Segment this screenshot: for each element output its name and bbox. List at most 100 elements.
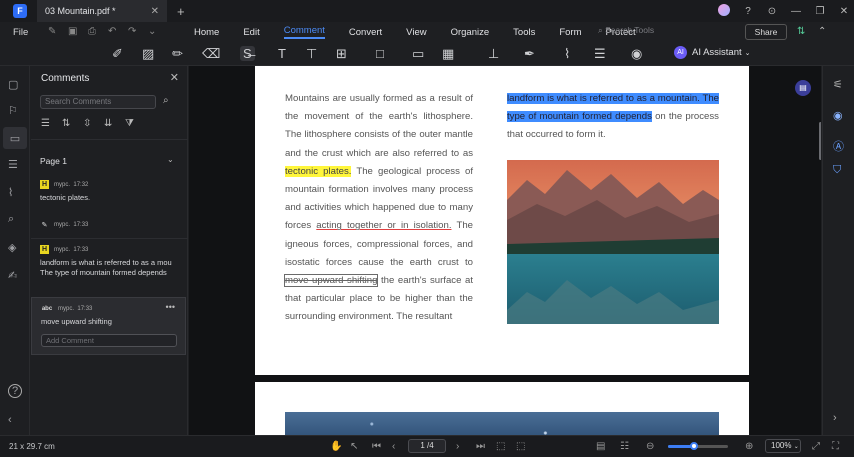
minimize-icon[interactable]: —	[786, 6, 806, 17]
help-circle-icon[interactable]: ?	[8, 384, 22, 398]
ai-chat-icon[interactable]: ◉	[833, 109, 843, 122]
print-icon[interactable]: ⎙	[88, 26, 108, 37]
zoom-slider[interactable]	[668, 442, 728, 450]
fit-width-icon[interactable]: ⬚	[516, 441, 525, 452]
attachments-icon[interactable]: ⌇	[8, 186, 13, 199]
vertical-scrollbar[interactable]	[819, 122, 821, 160]
highlight-tool-icon[interactable]: ✐	[112, 46, 123, 62]
comment-item[interactable]: Hmypc. 17:33 landform is what is referre…	[40, 245, 186, 278]
search-icon[interactable]: ⌕	[163, 95, 169, 106]
redo-icon[interactable]: ↷	[128, 26, 148, 37]
undo-icon[interactable]: ↶	[108, 26, 128, 37]
more-options-icon[interactable]: •••	[166, 302, 175, 312]
document-tab[interactable]: 03 Mountain.pdf * ✕	[37, 0, 167, 22]
underline-annotation[interactable]: acting together or in isolation.	[316, 220, 451, 231]
strikethrough-icon[interactable]: S̶	[240, 46, 255, 61]
area-highlight-icon[interactable]: ▨	[142, 46, 154, 62]
chevron-down-icon[interactable]: ⌄	[167, 155, 174, 164]
search-tools[interactable]: ⌕ Search Tools	[598, 25, 654, 36]
thumbnails-icon[interactable]: ▢	[8, 78, 18, 91]
comment-item-selected[interactable]: abc mypc. 17:33 ••• move upward shifting …	[31, 297, 186, 355]
menu-home[interactable]: Home	[194, 27, 219, 38]
attachment-icon[interactable]: ⌇	[564, 46, 570, 62]
properties-icon[interactable]: ⚟	[833, 78, 843, 91]
zoom-in-icon[interactable]: ⊕	[745, 441, 753, 452]
comment-item[interactable]: ✎ mypc. 17:33	[40, 220, 186, 229]
ai-float-icon[interactable]: ▤	[795, 80, 811, 96]
show-hide-icon[interactable]: ◉	[631, 46, 642, 62]
typewriter-icon[interactable]: T	[278, 46, 286, 61]
menu-tools[interactable]: Tools	[513, 27, 535, 38]
expand-all-icon[interactable]: ⇳	[83, 118, 104, 129]
filter-icon[interactable]: ⧩	[125, 118, 146, 129]
shield-check-icon[interactable]: ⛉	[833, 164, 841, 177]
first-page-icon[interactable]: ⏮	[372, 441, 381, 452]
search-icon[interactable]: ⌕	[8, 213, 14, 226]
menu-view[interactable]: View	[406, 27, 426, 38]
dropdown-icon[interactable]: ⌄	[148, 26, 168, 37]
expand-right-icon[interactable]: ›	[833, 412, 837, 424]
collapse-left-icon[interactable]: ‹	[8, 414, 12, 426]
signatures-icon[interactable]: ✍	[8, 269, 17, 282]
text-callout-icon[interactable]: ⊞	[336, 46, 347, 62]
account-avatar[interactable]	[714, 3, 734, 19]
expand-icon[interactable]: ⌃	[818, 26, 826, 37]
eraser-icon[interactable]: ⌫	[202, 46, 220, 62]
help-icon[interactable]: ?	[738, 6, 758, 17]
menu-edit[interactable]: Edit	[243, 27, 259, 38]
next-page-icon[interactable]: ›	[456, 441, 459, 452]
fullscreen-icon[interactable]: ⛶	[832, 441, 839, 452]
zoom-slider-knob[interactable]	[690, 442, 698, 450]
zoom-out-icon[interactable]: ⊖	[646, 441, 654, 452]
prev-page-icon[interactable]: ‹	[392, 441, 395, 452]
collapse-all-icon[interactable]: ⇊	[104, 118, 125, 129]
close-window-icon[interactable]: ✕	[834, 6, 854, 17]
close-tab-icon[interactable]: ✕	[151, 6, 159, 17]
new-tab-icon[interactable]: +	[177, 4, 185, 19]
comment-list-icon[interactable]: ☰	[594, 46, 606, 62]
add-comment-input[interactable]: Add Comment	[41, 334, 177, 347]
strikethrough-annotation[interactable]: move upward shifting	[283, 274, 379, 288]
note-icon[interactable]: ▭	[412, 46, 424, 62]
edit-icon[interactable]: ✎	[48, 26, 68, 37]
signature-icon[interactable]: ✒	[524, 46, 535, 62]
page-layout-icon[interactable]: ▤	[596, 441, 605, 452]
fit-screen-icon[interactable]: ⤢	[812, 441, 820, 452]
menu-file[interactable]: File	[13, 27, 28, 38]
fit-page-icon[interactable]: ⬚	[496, 441, 505, 452]
pencil-icon[interactable]: ✏	[172, 46, 183, 62]
select-tool-icon[interactable]: ↖	[350, 441, 358, 452]
menu-form[interactable]: Form	[559, 27, 581, 38]
document-canvas[interactable]: Mountains are usually formed as a result…	[189, 66, 821, 435]
menu-comment[interactable]: Comment	[283, 25, 325, 39]
translate-icon[interactable]: Ⓐ	[833, 138, 844, 154]
view-mode-icon[interactable]: ☷	[620, 441, 629, 452]
sort-icon[interactable]: ☰	[41, 118, 62, 129]
ai-assistant-button[interactable]: AI AI Assistant ⌄	[674, 46, 751, 59]
stamp-icon[interactable]: ⊥	[488, 46, 499, 62]
hand-tool-icon[interactable]: ✋	[330, 441, 342, 452]
menu-organize[interactable]: Organize	[451, 27, 490, 38]
comment-item[interactable]: Hmypc. 17:32 tectonic plates.	[40, 180, 186, 203]
yellow-highlight[interactable]: tectonic plates.	[285, 165, 352, 177]
comments-icon[interactable]: ▭	[3, 127, 27, 149]
save-icon[interactable]: ▣	[68, 26, 88, 37]
body-text: Mountains are usually formed as a result…	[285, 93, 473, 159]
bookmark-icon[interactable]: ⚐	[8, 104, 18, 117]
search-comments-input[interactable]: Search Comments	[40, 95, 156, 109]
fields-icon[interactable]: ☰	[8, 158, 18, 171]
last-page-icon[interactable]: ⏭	[476, 441, 485, 452]
maximize-icon[interactable]: ❐	[810, 6, 830, 17]
page-number-input[interactable]: 1 /4	[408, 439, 446, 453]
close-panel-icon[interactable]: ✕	[170, 71, 179, 84]
menu-convert[interactable]: Convert	[349, 27, 382, 38]
stamp-grid-icon[interactable]: ▦	[442, 46, 454, 62]
notification-icon[interactable]: ⊙	[762, 6, 782, 17]
sort-az-icon[interactable]: ⇅	[62, 118, 83, 129]
layers-icon[interactable]: ◈	[8, 241, 16, 254]
cloud-sync-icon[interactable]: ⇅	[797, 26, 805, 37]
share-button[interactable]: Share	[745, 24, 787, 40]
shape-icon[interactable]: □	[376, 46, 384, 61]
zoom-select[interactable]: 100% ⌄	[765, 439, 801, 453]
text-box-icon[interactable]: ⊤	[306, 46, 317, 62]
